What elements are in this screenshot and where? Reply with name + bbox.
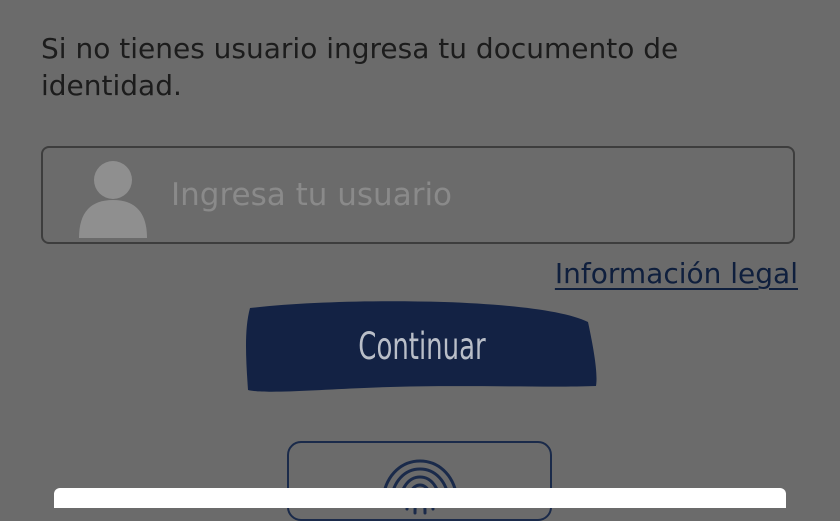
user-input[interactable]	[171, 166, 761, 224]
instructions-text: Si no tienes usuario ingresa tu document…	[41, 32, 679, 102]
bottom-sheet	[54, 488, 786, 508]
continue-button[interactable]: Continuar	[244, 300, 600, 394]
user-icon	[79, 161, 147, 238]
legal-info-link[interactable]: Información legal	[555, 257, 798, 290]
user-field[interactable]	[41, 146, 795, 244]
fingerprint-login-button[interactable]	[287, 441, 552, 521]
continue-button-label: Continuar	[358, 325, 486, 368]
